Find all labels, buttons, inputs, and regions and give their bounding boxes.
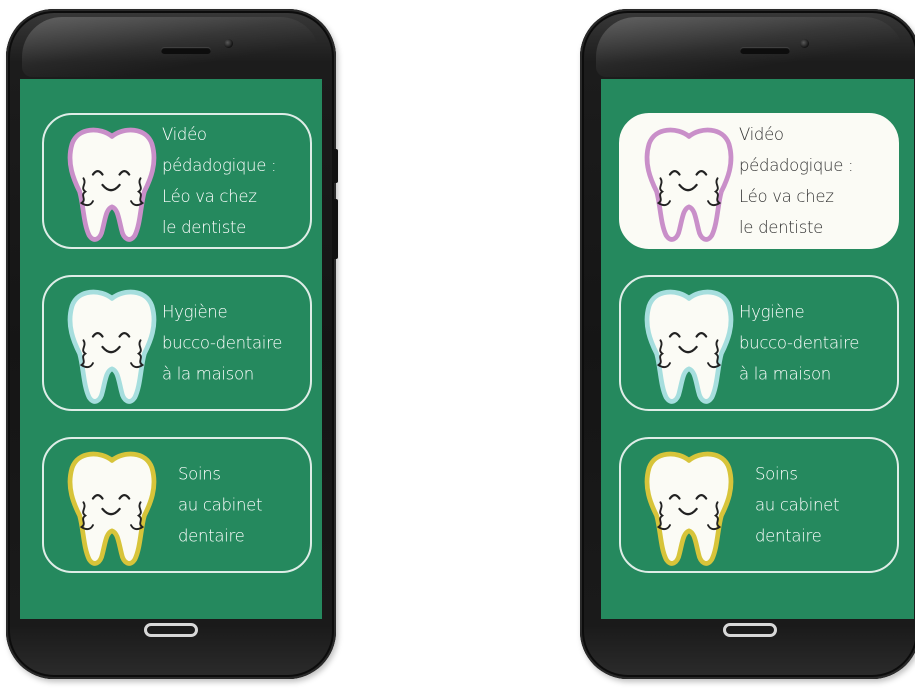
menu-item-soins-cabinet[interactable]: Soins au cabinet dentaire (619, 437, 899, 573)
tooth-outline (67, 451, 157, 566)
app-screen: Vidéo pédadogique : Léo va chez le denti… (601, 79, 914, 619)
smiling-tooth-icon (644, 289, 734, 404)
earpiece-speaker (161, 47, 211, 54)
menu-item-label: Soins au cabinet dentaire (178, 464, 263, 546)
smiling-tooth-icon (644, 451, 734, 566)
menu-item-video-leo[interactable]: Vidéo pédadogique : Léo va chez le denti… (619, 113, 899, 249)
phone-mockup-default: Vidéo pédadogique : Léo va chez le denti… (6, 9, 338, 679)
tooth-outline (644, 127, 734, 242)
side-volume-button (332, 149, 338, 183)
smiling-tooth-icon (67, 127, 157, 242)
menu-item-label: Vidéo pédadogique : Léo va chez le denti… (739, 125, 854, 237)
tooth-outline (67, 127, 157, 242)
earpiece-speaker (740, 47, 790, 54)
smiling-tooth-icon (67, 451, 157, 566)
front-camera (224, 39, 233, 48)
menu-item-hygiene-maison[interactable]: Hygiène bucco-dentaire à la maison (619, 275, 899, 411)
home-button[interactable] (723, 623, 777, 637)
menu-item-label: Vidéo pédadogique : Léo va chez le denti… (162, 125, 277, 237)
side-power-button (332, 199, 338, 259)
menu-item-label: Hygiène bucco-dentaire à la maison (739, 302, 860, 384)
app-screen: Vidéo pédadogique : Léo va chez le denti… (20, 79, 322, 619)
tooth-outline (67, 289, 157, 404)
menu-item-hygiene-maison[interactable]: Hygiène bucco-dentaire à la maison (42, 275, 312, 411)
front-camera (800, 39, 809, 48)
smiling-tooth-icon (67, 289, 157, 404)
smiling-tooth-icon (644, 127, 734, 242)
tooth-outline (644, 451, 734, 566)
menu-item-soins-cabinet[interactable]: Soins au cabinet dentaire (42, 437, 312, 573)
menu-item-label: Soins au cabinet dentaire (755, 464, 840, 546)
menu-item-video-leo[interactable]: Vidéo pédadogique : Léo va chez le denti… (42, 113, 312, 249)
phone-mockup-highlighted: Vidéo pédadogique : Léo va chez le denti… (580, 9, 915, 679)
tooth-outline (644, 289, 734, 404)
menu-item-label: Hygiène bucco-dentaire à la maison (162, 302, 283, 384)
home-button[interactable] (144, 623, 198, 637)
